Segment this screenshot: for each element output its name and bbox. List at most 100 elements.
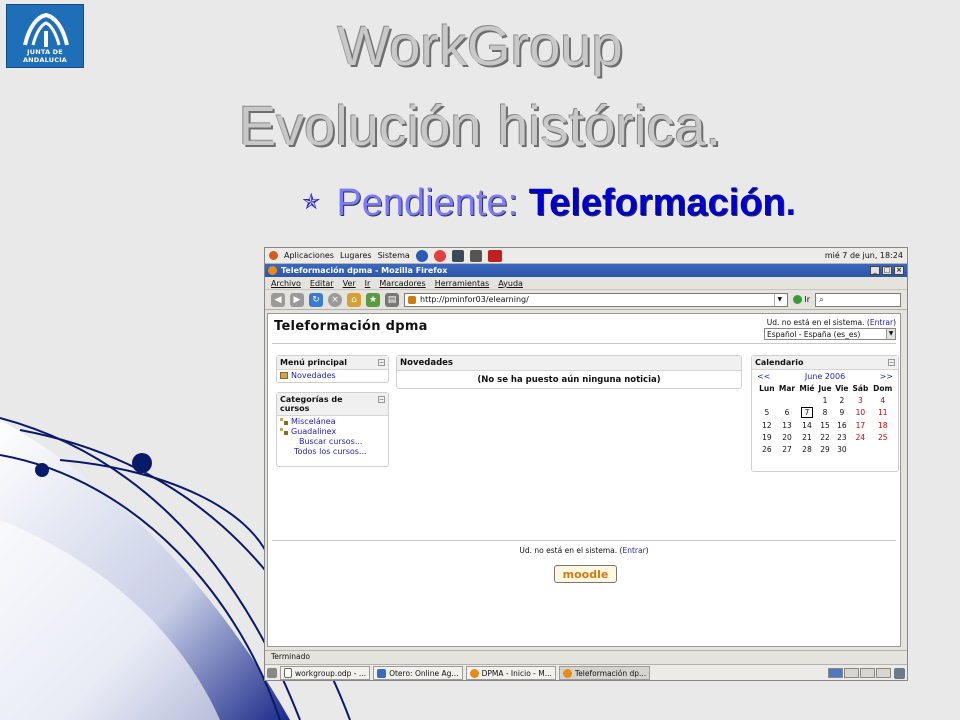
taskbar-item-workgroup[interactable]: workgroup.odp - ... [280, 666, 371, 680]
search-input[interactable]: ⌕ [815, 292, 901, 307]
menu-editar[interactable]: Editar [310, 279, 334, 288]
block-header: Categorías de cursos − [277, 393, 388, 416]
system-menu[interactable]: Sistema [378, 251, 410, 260]
collapse-icon[interactable]: − [888, 359, 895, 366]
main-menu-novedades-link[interactable]: Novedades [291, 371, 336, 380]
categories-block: Categorías de cursos − Miscelánea Guadal… [276, 392, 389, 467]
calendar-day-weekend: 24 [855, 432, 866, 442]
status-bar: Terminado [265, 650, 907, 662]
print-icon[interactable]: ▤ [385, 292, 399, 307]
workspace-switcher [828, 668, 891, 678]
go-arrow-icon [793, 295, 803, 304]
calendar-prev-link[interactable]: << [757, 372, 770, 381]
im-icon[interactable] [487, 249, 502, 262]
footer-login-link[interactable]: Entrar [622, 546, 645, 555]
moodle-logo[interactable]: moodle [554, 565, 617, 583]
calendar-day: 8 [822, 408, 828, 417]
back-icon[interactable]: ◀ [271, 292, 285, 307]
workspace-1[interactable] [828, 668, 843, 678]
footer-login-info: Ud. no está en el sistema. (Entrar) [268, 546, 900, 555]
maximize-button[interactable]: □ [882, 266, 892, 275]
footer-divider [272, 540, 896, 541]
calendar-day: 28 [802, 444, 812, 454]
site-favicon [408, 295, 416, 304]
reload-icon[interactable]: ↻ [309, 292, 323, 307]
terminal-icon[interactable] [469, 249, 482, 262]
workspace-2[interactable] [844, 668, 859, 678]
calendar-week-row: 5 6 7 8 9 10 11 [757, 406, 895, 419]
bullet-prefix: Pendiente: [336, 182, 529, 224]
main-menu-block: Menú principal − Novedades [276, 355, 389, 383]
url-text[interactable]: http://pminfor03/elearning/ [420, 295, 529, 304]
checkmark-icon [377, 668, 387, 678]
forward-icon[interactable]: ▶ [290, 292, 304, 307]
collapse-icon[interactable]: − [378, 396, 385, 403]
calendar-day: 16 [837, 420, 847, 430]
globe-icon[interactable] [415, 249, 428, 262]
weekday-header: Mar [778, 384, 796, 393]
menu-herramientas[interactable]: Herramientas [435, 279, 490, 288]
ubuntu-logo-icon[interactable] [269, 251, 278, 260]
calendar-day [797, 394, 816, 406]
slide-title-line-1: WorkGroup [337, 14, 623, 77]
panel-clock[interactable]: mié 7 de jun, 18:24 [825, 251, 903, 260]
applications-menu[interactable]: Aplicaciones [284, 251, 334, 260]
taskbar-item-otero[interactable]: Otero: Online Ag... [373, 666, 463, 680]
gnome-top-panel: Aplicaciones Lugares Sistema mié 7 de ju… [265, 248, 907, 264]
workspace-3[interactable] [860, 668, 875, 678]
all-courses-link[interactable]: Todos los cursos... [277, 446, 388, 456]
calendar-day: 29 [820, 444, 830, 454]
menu-marcadores[interactable]: Marcadores [379, 279, 425, 288]
bookmark-icon[interactable]: ★ [366, 292, 380, 307]
go-button[interactable]: Ir [793, 295, 810, 304]
trash-icon[interactable] [894, 667, 905, 679]
lifebuoy-icon[interactable] [433, 249, 446, 262]
menu-archivo[interactable]: Archivo [271, 279, 301, 288]
close-window-button[interactable]: × [894, 266, 904, 275]
calendar-day: 9 [839, 408, 845, 417]
gnome-taskbar: workgroup.odp - ... Otero: Online Ag... … [265, 664, 907, 680]
url-bar[interactable]: http://pminfor03/elearning/ ▼ [404, 292, 789, 307]
url-dropdown-icon[interactable]: ▼ [774, 293, 784, 306]
news-title: Novedades [400, 358, 453, 368]
taskbar-item-teleformacion[interactable]: Teleformación dp... [558, 666, 651, 680]
workspace-4[interactable] [876, 668, 891, 678]
stop-icon[interactable]: × [328, 292, 342, 307]
places-menu[interactable]: Lugares [340, 251, 372, 260]
taskbar-item-dpma[interactable]: DPMA - Inicio - M... [465, 666, 556, 680]
menu-ver[interactable]: Ver [343, 279, 356, 288]
chevron-down-icon[interactable]: ▼ [886, 329, 895, 339]
login-info: Ud. no está en el sistema. (Entrar) [767, 318, 896, 327]
menu-ir[interactable]: Ir [365, 279, 371, 288]
calendar-day [777, 394, 798, 406]
window-title: Teleformación dpma - Mozilla Firefox [281, 266, 448, 275]
calendar-next-link[interactable]: >> [880, 372, 893, 381]
home-icon[interactable]: ⌂ [347, 292, 361, 307]
show-desktop-icon[interactable] [267, 668, 277, 678]
monitor-icon[interactable] [451, 249, 464, 262]
calendar-day-weekend: 25 [877, 432, 888, 442]
category-guadalinex-link[interactable]: Guadalinex [291, 427, 336, 436]
firefox-titlebar: Teleformación dpma - Mozilla Firefox _ □… [265, 264, 907, 277]
taskbar-label: Teleformación dp... [574, 668, 647, 678]
categories-title: Categorías de cursos [280, 395, 343, 413]
menu-ayuda[interactable]: Ayuda [498, 279, 523, 288]
calendar-day: 13 [782, 420, 792, 430]
category-miscelanea-link[interactable]: Miscelánea [291, 417, 336, 426]
collapse-icon[interactable]: − [378, 359, 385, 366]
calendar-day: 19 [762, 432, 772, 442]
firefox-icon [562, 668, 572, 678]
category-icon [280, 428, 288, 435]
category-icon [280, 418, 288, 425]
calendar-day-weekend: 18 [877, 420, 888, 430]
calendar-day: 5 [764, 408, 770, 417]
calendar-block: Calendario − << June 2006 >> Lun Mar Mié… [751, 355, 899, 472]
language-select[interactable]: Español - España (es_es) ▼ [764, 328, 896, 340]
calendar-day-weekend: 10 [855, 408, 866, 417]
search-courses-link[interactable]: Buscar cursos... [277, 437, 388, 446]
calendar-week-row: 12 13 14 15 16 17 18 [757, 419, 895, 431]
calendar-week-row: 19 20 21 22 23 24 25 [757, 431, 895, 443]
login-link[interactable]: Entrar [870, 318, 893, 327]
minimize-button[interactable]: _ [870, 266, 880, 275]
calendar-month-link[interactable]: June 2006 [805, 372, 845, 381]
